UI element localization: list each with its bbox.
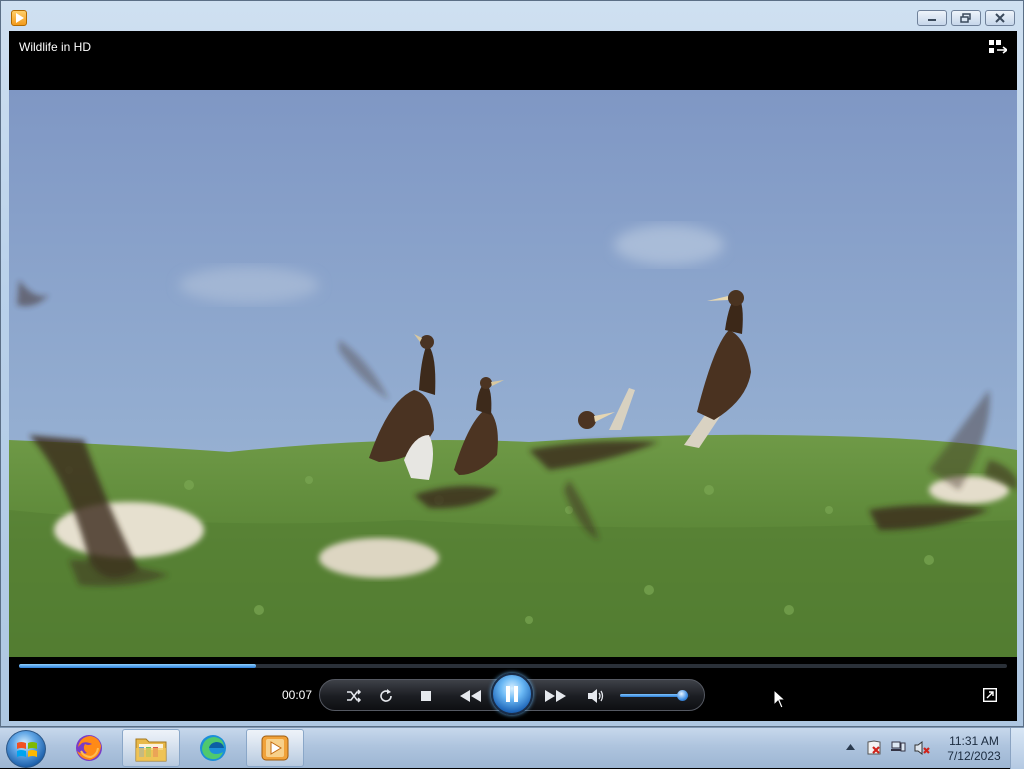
pause-icon bbox=[506, 686, 518, 702]
clock-date: 7/12/2023 bbox=[947, 749, 1001, 763]
pause-button[interactable] bbox=[491, 673, 533, 715]
restore-button[interactable] bbox=[951, 10, 981, 26]
stop-icon[interactable] bbox=[416, 686, 436, 706]
shuffle-icon[interactable] bbox=[344, 686, 364, 706]
close-button[interactable] bbox=[985, 10, 1015, 26]
switch-to-library-icon[interactable] bbox=[989, 40, 1009, 54]
volume-thumb[interactable] bbox=[676, 690, 688, 701]
action-center-icon[interactable] bbox=[866, 740, 882, 756]
volume-level bbox=[620, 694, 682, 697]
show-desktop-button[interactable] bbox=[1010, 728, 1024, 769]
firefox-icon bbox=[76, 735, 102, 761]
network-icon[interactable] bbox=[890, 740, 906, 756]
fast-forward-icon[interactable] bbox=[542, 686, 568, 706]
title-bar[interactable] bbox=[1, 1, 1023, 31]
volume-slider[interactable] bbox=[620, 690, 690, 701]
minimize-button[interactable] bbox=[917, 10, 947, 26]
fullscreen-icon[interactable] bbox=[982, 687, 998, 703]
start-button[interactable] bbox=[6, 730, 46, 768]
taskbar: 11:31 AM 7/12/2023 bbox=[0, 727, 1024, 769]
mouse-cursor-icon bbox=[773, 689, 787, 709]
folder-icon bbox=[135, 738, 167, 762]
taskbar-edge[interactable] bbox=[184, 729, 242, 767]
media-player-icon bbox=[261, 735, 289, 761]
now-playing-area: Wildlife in HD 00:07 bbox=[9, 31, 1017, 721]
taskbar-media-player[interactable] bbox=[246, 729, 304, 767]
video-image bbox=[9, 90, 1017, 657]
media-title: Wildlife in HD bbox=[19, 40, 92, 54]
clock-time: 11:31 AM bbox=[949, 734, 999, 748]
taskbar-explorer[interactable] bbox=[122, 729, 180, 767]
seek-bar[interactable] bbox=[19, 664, 1007, 668]
elapsed-time: 00:07 bbox=[282, 688, 313, 702]
edge-icon bbox=[200, 735, 226, 761]
seek-bar-progress bbox=[19, 664, 257, 668]
speaker-icon[interactable] bbox=[586, 686, 606, 706]
repeat-icon[interactable] bbox=[376, 686, 396, 706]
volume-muted-icon[interactable] bbox=[914, 740, 930, 756]
media-player-window: Wildlife in HD 00:07 bbox=[0, 0, 1024, 727]
windows-logo-icon bbox=[17, 742, 37, 757]
video-frame[interactable] bbox=[9, 90, 1017, 657]
show-hidden-icons-icon[interactable] bbox=[846, 744, 855, 750]
taskbar-clock[interactable]: 11:31 AM 7/12/2023 bbox=[944, 734, 1004, 764]
taskbar-firefox[interactable] bbox=[60, 729, 118, 767]
playback-controls: 00:07 bbox=[9, 671, 1017, 721]
media-player-icon[interactable] bbox=[11, 10, 27, 26]
rewind-icon[interactable] bbox=[458, 686, 484, 706]
